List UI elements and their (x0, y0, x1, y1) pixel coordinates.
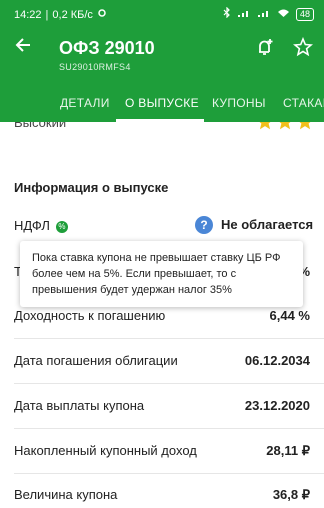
bluetooth-icon (223, 6, 231, 21)
info-row: Накопленный купонный доход 28,11 ₽ (14, 443, 310, 463)
row-value: 06.12.2034 (244, 353, 310, 368)
percent-badge-icon: % (55, 220, 68, 233)
settings-icon (97, 8, 107, 21)
ndfl-value: Не облагается (221, 217, 314, 232)
info-row: Величина купона 36,8 ₽ (14, 487, 310, 507)
star-icon (259, 122, 271, 130)
battery-indicator: 48 (295, 7, 314, 21)
app-bar: ОФЗ 29010 SU29010RMFS4 (0, 28, 324, 86)
status-bar-left: 14:22 | 0,2 КБ/с (14, 8, 107, 21)
wifi-icon (277, 8, 290, 21)
star-outline-icon (293, 37, 313, 57)
rating-stars (256, 122, 314, 131)
divider (14, 473, 324, 474)
signal-icon-2 (257, 8, 271, 21)
signal-icon (237, 8, 251, 21)
info-row: Дата выплаты купона 23.12.2020 (14, 398, 310, 418)
bell-plus-icon (259, 39, 273, 55)
row-value: 36,8 ₽ (272, 487, 310, 502)
row-value: 6,44 % (269, 308, 310, 323)
divider (14, 383, 324, 384)
arrow-left-icon (15, 38, 30, 52)
row-label: Величина купона (14, 487, 118, 502)
tab-coupons[interactable]: КУПОНЫ (212, 96, 266, 110)
tab-bar: ДЕТАЛИ О ВЫПУСКЕ КУПОНЫ СТАКАН (0, 86, 324, 122)
row-value: 28,11 ₽ (266, 443, 310, 458)
main-content[interactable]: Высокий Информация о выпуске НДФЛ% ? Не … (0, 122, 324, 508)
status-speed: 0,2 КБ/с (52, 8, 93, 21)
tab-issue-info[interactable]: О ВЫПУСКЕ (125, 96, 199, 110)
row-label: Доходность к погашению (14, 308, 166, 323)
tab-details[interactable]: ДЕТАЛИ (60, 96, 110, 110)
row-value: 23.12.2020 (244, 398, 310, 413)
row-label: Накопленный купонный доход (14, 443, 197, 458)
info-row: Доходность к погашению 6,44 % (14, 308, 310, 328)
status-time: 14:22 (14, 8, 42, 21)
section-title: Информация о выпуске (14, 180, 169, 195)
rating-label: Высокий (14, 122, 67, 130)
page-title: ОФЗ 29010 (59, 38, 155, 58)
ndfl-label: НДФЛ% (14, 218, 68, 233)
star-icon (299, 122, 311, 130)
tax-tooltip: Пока ставка купона не превышает ставку Ц… (20, 241, 303, 307)
row-label: Дата выплаты купона (14, 398, 145, 413)
tab-order-book[interactable]: СТАКАН (283, 96, 324, 110)
status-bar: 14:22 | 0,2 КБ/с 48 (0, 0, 324, 28)
row-label: Дата погашения облигации (14, 353, 178, 368)
add-alert-button[interactable] (254, 36, 276, 58)
page-subtitle: SU29010RMFS4 (59, 62, 131, 72)
divider (14, 428, 324, 429)
ndfl-label-text: НДФЛ (14, 218, 50, 233)
back-button[interactable] (14, 36, 32, 58)
star-icon (279, 122, 291, 130)
favorite-button[interactable] (292, 36, 314, 58)
divider (14, 338, 324, 339)
status-bar-right: 48 (223, 6, 314, 21)
info-row: Дата погашения облигации 06.12.2034 (14, 353, 310, 373)
help-button[interactable]: ? (195, 216, 213, 234)
